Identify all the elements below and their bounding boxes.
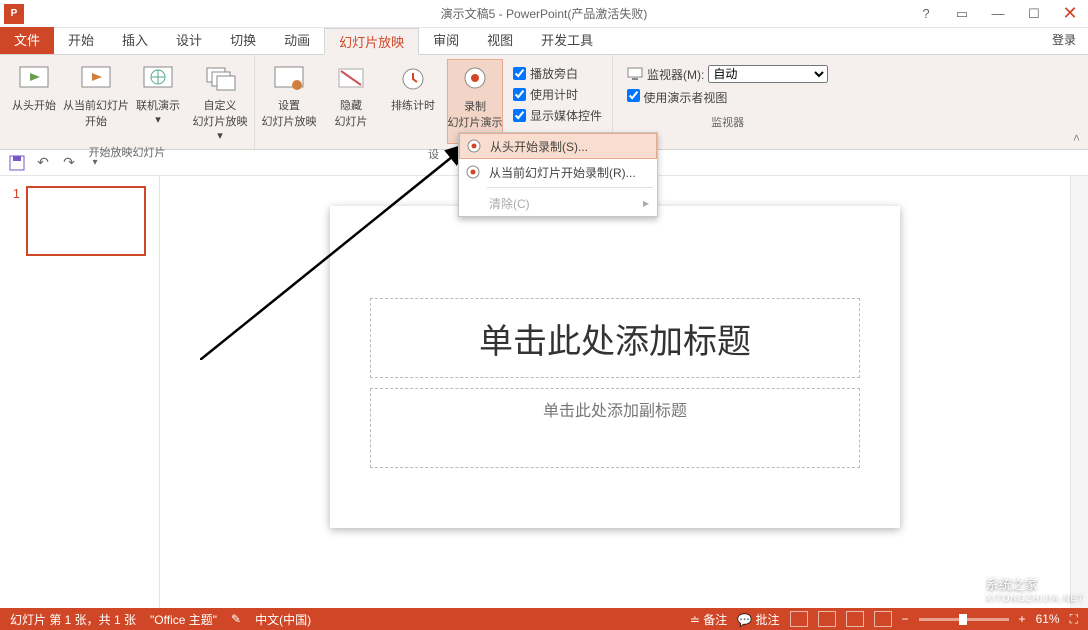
tab-transition[interactable]: 切换 [216,27,270,54]
custom-slideshow-button[interactable]: 自定义 幻灯片放映 ▾ [192,59,248,142]
record-small-icon [466,138,482,154]
custom-show-icon [204,63,236,95]
title-placeholder[interactable]: 单击此处添加标题 [370,298,860,378]
zoom-in-button[interactable]: + [1019,612,1026,626]
tab-view[interactable]: 视图 [473,27,527,54]
zoom-percent[interactable]: 61% [1036,612,1060,626]
spellcheck-icon[interactable]: ✎ [231,612,241,626]
tab-design[interactable]: 设计 [162,27,216,54]
save-icon[interactable] [8,154,26,172]
redo-icon[interactable]: ↷ [60,154,78,172]
tab-home[interactable]: 开始 [54,27,108,54]
group-label-setup: 设 [428,146,439,162]
close-icon[interactable]: ✕ [1052,0,1088,28]
tab-insert[interactable]: 插入 [108,27,162,54]
comments-button[interactable]: 💬 批注 [737,611,779,628]
fit-to-window-icon[interactable]: ⛶ [1070,612,1078,627]
play-from-current-icon [80,63,112,95]
monitor-label: 监视器(M): [647,66,704,83]
rehearse-timings-button[interactable]: 排练计时 [385,59,441,113]
theme-status: "Office 主题" [150,611,217,628]
undo-icon[interactable]: ↶ [34,154,52,172]
slideshow-view-icon[interactable] [874,611,892,627]
slide[interactable]: 单击此处添加标题 单击此处添加副标题 [330,206,900,528]
record-from-start-item[interactable]: 从头开始录制(S)... [459,133,657,159]
group-label-start: 开始放映幻灯片 [89,144,166,160]
present-online-button[interactable]: 联机演示 ▾ [130,59,186,126]
watermark: 系统之家 XITONGZHIJIA.NET [940,572,1084,604]
narration-checkbox[interactable]: 播放旁白 [513,65,602,82]
help-icon[interactable]: ? [908,0,944,28]
record-from-current-item[interactable]: 从当前幻灯片开始录制(R)... [459,159,657,185]
setup-icon [273,63,305,95]
ribbon-options-icon[interactable]: ▭ [944,0,980,28]
tab-file[interactable]: 文件 [0,27,54,54]
window-title: 演示文稿5 - PowerPoint(产品激活失败) [441,5,648,22]
language-status[interactable]: 中文(中国) [255,611,311,628]
tab-animation[interactable]: 动画 [270,27,324,54]
globe-play-icon [142,63,174,95]
presenter-view-checkbox[interactable]: 使用演示者视图 [627,89,828,106]
monitor-select[interactable]: 自动 [708,65,828,83]
media-controls-checkbox[interactable]: 显示媒体控件 [513,107,602,124]
app-icon: P [4,4,24,24]
hide-slide-icon [335,63,367,95]
slide-canvas[interactable]: 单击此处添加标题 单击此处添加副标题 [160,176,1070,608]
sorter-view-icon[interactable] [818,611,836,627]
vertical-scrollbar[interactable] [1070,176,1088,608]
zoom-slider[interactable] [919,618,1009,621]
thumbnail-pane[interactable]: 1 [0,176,160,608]
tab-developer[interactable]: 开发工具 [527,27,607,54]
record-small-icon [465,164,481,180]
normal-view-icon[interactable] [790,611,808,627]
subtitle-placeholder[interactable]: 单击此处添加副标题 [370,388,860,468]
from-beginning-button[interactable]: 从头开始 [6,59,62,113]
group-label-monitor: 监视器 [711,114,744,130]
slide-thumbnail[interactable]: 1 [10,186,149,256]
play-from-start-icon [18,63,50,95]
slide-count-status: 幻灯片 第 1 张，共 1 张 [10,611,136,628]
setup-slideshow-button[interactable]: 设置 幻灯片放映 [261,59,317,129]
hide-slide-button[interactable]: 隐藏 幻灯片 [323,59,379,129]
login-link[interactable]: 登录 [1052,27,1076,54]
minimize-icon[interactable]: — [980,0,1016,28]
reading-view-icon[interactable] [846,611,864,627]
zoom-out-button[interactable]: − [902,612,909,626]
slide-number: 1 [10,186,20,256]
maximize-icon[interactable]: ☐ [1016,0,1052,28]
from-current-button[interactable]: 从当前幻灯片 开始 [68,59,124,129]
clock-icon [397,63,429,95]
monitor-icon [627,66,643,82]
watermark-logo-icon [940,572,980,604]
collapse-ribbon-icon[interactable]: ˄ [1073,131,1080,145]
notes-button[interactable]: ≐ 备注 [690,611,727,628]
record-dropdown: 从头开始录制(S)... 从当前幻灯片开始录制(R)... 清除(C)▸ [458,132,658,217]
tab-slideshow[interactable]: 幻灯片放映 [324,28,419,55]
record-icon [459,64,491,96]
tab-review[interactable]: 审阅 [419,27,473,54]
clear-recordings-item: 清除(C)▸ [459,190,657,216]
timings-checkbox[interactable]: 使用计时 [513,86,602,103]
